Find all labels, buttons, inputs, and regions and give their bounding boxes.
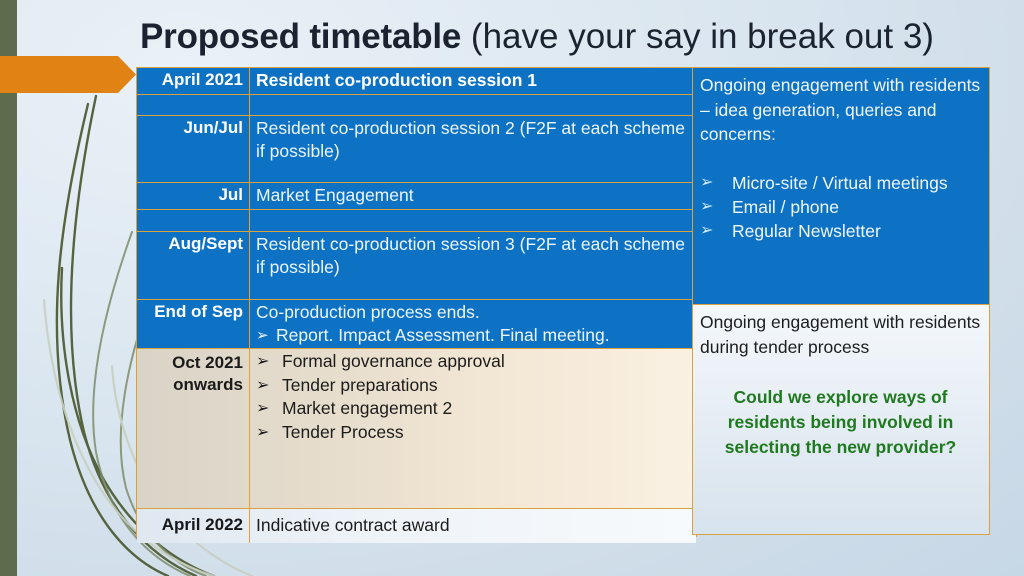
bullet-list: ➢ Micro-site / Virtual meetings ➢ Email … bbox=[700, 171, 981, 243]
table-row: April 2021 Resident co-production sessio… bbox=[137, 68, 696, 95]
bullet-arrow-icon: ➢ bbox=[256, 423, 270, 441]
row-body: ➢ Formal governance approval ➢ Tender pr… bbox=[250, 349, 696, 508]
table-row: Aug/Sept Resident co-production session … bbox=[137, 232, 696, 300]
row-body: Resident co-production session 1 bbox=[256, 70, 538, 90]
list-item: ➢ Tender preparations bbox=[256, 374, 690, 398]
row-body-text: Co-production process ends. bbox=[256, 302, 480, 322]
row-date bbox=[137, 95, 250, 115]
row-body: Indicative contract award bbox=[256, 515, 450, 535]
list-item-label: Formal governance approval bbox=[282, 351, 505, 371]
row-date: End of Sep bbox=[137, 300, 250, 348]
list-item: ➢ Formal governance approval bbox=[256, 350, 690, 374]
row-sub-bullet: ➢ Report. Impact Assessment. Final meeti… bbox=[256, 324, 690, 347]
list-item: ➢ Email / phone bbox=[700, 195, 981, 219]
table-row: Oct 2021 onwards ➢ Formal governance app… bbox=[137, 349, 696, 509]
row-date: April 2021 bbox=[137, 68, 250, 94]
bullet-arrow-icon: ➢ bbox=[256, 327, 269, 344]
list-item-label: Email / phone bbox=[732, 196, 840, 217]
list-item-label: Regular Newsletter bbox=[732, 220, 881, 241]
list-item-label: Tender preparations bbox=[282, 374, 438, 395]
table-row: End of Sep Co-production process ends. ➢… bbox=[137, 300, 696, 349]
row-date: Oct 2021 onwards bbox=[137, 349, 250, 508]
list-item-label: Market engagement 2 bbox=[282, 398, 453, 418]
row-date: Aug/Sept bbox=[137, 232, 250, 299]
bullet-arrow-icon: ➢ bbox=[700, 221, 714, 239]
bullet-arrow-icon: ➢ bbox=[700, 173, 714, 191]
list-item: ➢ Tender Process bbox=[256, 421, 690, 445]
bullet-arrow-icon: ➢ bbox=[256, 376, 270, 394]
table-row: April 2022 Indicative contract award bbox=[137, 509, 696, 543]
table-row-spacer bbox=[137, 95, 696, 116]
page-title: Proposed timetable (have your say in bre… bbox=[140, 16, 1020, 58]
list-item: ➢ Market engagement 2 bbox=[256, 397, 690, 421]
tender-engagement-intro: Ongoing engagement with residents during… bbox=[700, 312, 981, 357]
row-body bbox=[250, 210, 696, 231]
bullet-arrow-icon: ➢ bbox=[256, 400, 270, 417]
row-date-line1: Oct 2021 bbox=[172, 353, 243, 372]
tender-engagement-panel: Ongoing engagement with residents during… bbox=[692, 305, 990, 535]
page-title-bold: Proposed timetable bbox=[140, 17, 462, 56]
row-body bbox=[250, 95, 696, 115]
table-row: Jun/Jul Resident co-production session 2… bbox=[137, 116, 696, 183]
row-date bbox=[137, 210, 250, 231]
row-sub-bullet-text: Report. Impact Assessment. Final meeting… bbox=[276, 325, 610, 345]
row-date-line2: onwards bbox=[173, 375, 243, 394]
row-date: April 2022 bbox=[137, 509, 250, 543]
list-item-label: Micro-site / Virtual meetings bbox=[732, 172, 948, 193]
ongoing-engagement-panel: Ongoing engagement with residents – idea… bbox=[692, 67, 990, 305]
table-row: Jul Market Engagement bbox=[137, 183, 696, 210]
table-row-spacer bbox=[137, 210, 696, 232]
bullet-arrow-icon: ➢ bbox=[256, 353, 270, 370]
discussion-question: Could we explore ways of residents being… bbox=[724, 387, 957, 457]
row-date: Jul bbox=[137, 183, 250, 209]
list-item-label: Tender Process bbox=[282, 421, 404, 442]
row-body: Resident co-production session 2 (F2F at… bbox=[256, 118, 685, 161]
bullet-arrow-icon: ➢ bbox=[700, 197, 714, 215]
slide-canvas: Proposed timetable (have your say in bre… bbox=[0, 0, 1024, 576]
row-body: Market Engagement bbox=[256, 185, 414, 205]
list-item: ➢ Micro-site / Virtual meetings bbox=[700, 171, 981, 195]
ongoing-engagement-intro: Ongoing engagement with residents – idea… bbox=[700, 75, 981, 144]
list-item: ➢ Regular Newsletter bbox=[700, 219, 981, 243]
row-date: Jun/Jul bbox=[137, 116, 250, 182]
timetable: April 2021 Resident co-production sessio… bbox=[136, 67, 697, 543]
row-body: Resident co-production session 3 (F2F at… bbox=[256, 234, 685, 277]
bullet-list: ➢ Formal governance approval ➢ Tender pr… bbox=[256, 350, 690, 444]
orange-banner-arrow bbox=[0, 56, 136, 93]
page-title-light: (have your say in break out 3) bbox=[461, 17, 934, 56]
row-body: Co-production process ends. ➢ Report. Im… bbox=[250, 300, 696, 348]
